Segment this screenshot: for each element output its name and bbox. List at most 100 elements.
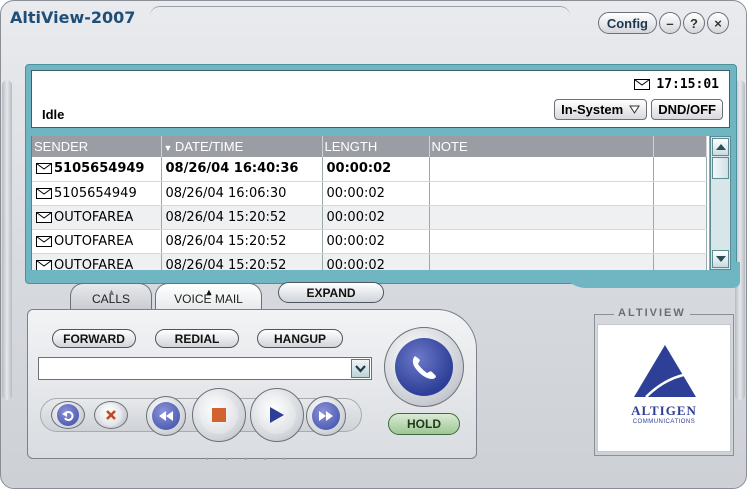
cell-length: 00:00:02: [322, 253, 430, 271]
column-header-note[interactable]: NOTE: [429, 136, 654, 157]
column-header-length[interactable]: LENGTH: [322, 136, 430, 157]
rewind-button[interactable]: [146, 396, 186, 436]
tab-calls[interactable]: ▲ CALLS: [70, 283, 152, 309]
table-row[interactable]: 5105654949 08/26/04 16:06:30 00:00:02: [32, 181, 707, 206]
cell-length: 00:00:02: [322, 229, 430, 254]
cell-datetime-text: 08/26/04 16:06:30: [165, 185, 287, 201]
table-row[interactable]: OUTOFAREA 08/26/04 15:20:52 00:00:02: [32, 253, 707, 271]
hold-button[interactable]: HOLD: [388, 413, 460, 435]
envelope-icon: [36, 163, 52, 175]
table-row[interactable]: 5105654949 08/26/04 16:40:36 00:00:02: [32, 157, 707, 182]
cell-sender-text: OUTOFAREA: [54, 233, 134, 249]
help-button[interactable]: ?: [683, 12, 705, 34]
cell-sender: OUTOFAREA: [32, 205, 162, 230]
call-button[interactable]: [384, 327, 464, 407]
table-row[interactable]: OUTOFAREA 08/26/04 15:20:52 00:00:02: [32, 205, 707, 230]
tab-indicator-icon: ▲: [204, 287, 214, 297]
cell-sender: OUTOFAREA: [32, 253, 162, 271]
stop-button[interactable]: [192, 388, 246, 442]
phone-icon: [412, 356, 436, 379]
presence-label: In-System: [561, 102, 624, 117]
stop-icon: [212, 408, 226, 422]
cell-spare: [653, 205, 707, 230]
fast-forward-button[interactable]: [306, 396, 346, 436]
cell-spare: [653, 229, 707, 254]
play-icon: [270, 407, 284, 423]
altigen-logo-icon: [634, 345, 697, 398]
column-header-sender[interactable]: SENDER: [32, 136, 162, 157]
cell-sender-text: OUTOFAREA: [54, 257, 134, 271]
envelope-icon: [634, 79, 651, 90]
cell-length: 00:00:02: [322, 157, 430, 182]
chevron-down-icon: [715, 256, 726, 262]
presence-dropdown[interactable]: In-System: [554, 99, 648, 120]
cell-note: [429, 253, 654, 270]
clock-time: 17:15:01: [656, 77, 719, 92]
cell-sender-text: 5105654949: [54, 161, 145, 177]
cell-datetime-text: 08/26/04 15:20:52: [165, 233, 287, 249]
envelope-icon: [36, 187, 52, 199]
expand-button[interactable]: EXPAND: [278, 282, 384, 303]
cell-length-text: 00:00:02: [326, 209, 385, 225]
cell-datetime-text: 08/26/04 15:20:52: [165, 209, 287, 225]
table-row[interactable]: OUTOFAREA 08/26/04 15:20:52 00:00:02: [32, 229, 707, 254]
cell-note: [429, 181, 654, 206]
cell-datetime: 08/26/04 15:20:52: [161, 253, 323, 271]
dnd-button[interactable]: DND/OFF: [651, 99, 723, 120]
undo-button[interactable]: [51, 401, 85, 429]
cell-note: [429, 229, 654, 254]
rewind-icon: [159, 411, 173, 421]
tab-voicemail[interactable]: ▲ VOICE MAIL: [155, 283, 262, 309]
cell-spare: [653, 157, 707, 182]
envelope-icon: [36, 259, 52, 270]
hangup-button[interactable]: HANGUP: [257, 329, 343, 348]
scroll-up-button[interactable]: [712, 138, 729, 156]
dial-dropdown-button[interactable]: [351, 359, 370, 378]
minimize-button[interactable]: –: [659, 12, 681, 34]
cell-note: [429, 157, 654, 182]
cell-spare: [653, 253, 707, 270]
presence-controls: In-System DND/OFF: [554, 99, 723, 120]
cell-length-text: 00:00:02: [326, 185, 385, 201]
chevron-down-icon: [355, 364, 366, 373]
logo-panel: [597, 324, 731, 452]
left-rail: [2, 80, 12, 400]
delete-button[interactable]: [94, 401, 128, 429]
brand-name: ALTIGEN: [631, 403, 697, 418]
envelope-icon: [36, 211, 52, 223]
cell-length-text: 00:00:02: [326, 233, 385, 249]
cell-length: 00:00:02: [322, 205, 430, 230]
cell-sender: OUTOFAREA: [32, 229, 162, 254]
cell-datetime-text: 08/26/04 15:20:52: [165, 257, 287, 271]
redial-button[interactable]: REDIAL: [155, 329, 239, 348]
cell-sender: 5105654949: [32, 157, 162, 182]
config-button[interactable]: Config: [597, 12, 657, 34]
play-button[interactable]: [250, 388, 304, 442]
cell-length: 00:00:02: [322, 181, 430, 206]
column-header-datetime[interactable]: ▼ DATE/TIME: [161, 136, 323, 157]
chevron-up-icon: [715, 144, 726, 150]
forward-button[interactable]: FORWARD: [52, 329, 136, 348]
tab-indicator-icon: ▲: [107, 287, 116, 297]
clock: 17:15:01: [634, 77, 719, 92]
app-title: AltiView-2007: [10, 8, 136, 27]
logo-caption: ALTIVIEW: [614, 307, 690, 319]
voicemail-table: SENDER ▼ DATE/TIME LENGTH NOTE 510565494…: [31, 136, 709, 270]
cell-note: [429, 205, 654, 230]
dial-combo[interactable]: [38, 357, 372, 380]
cell-spare: [653, 181, 707, 206]
cell-datetime: 08/26/04 16:40:36: [161, 157, 323, 182]
cell-datetime: 08/26/04 15:20:52: [161, 229, 323, 254]
cell-datetime-text: 08/26/04 16:40:36: [165, 161, 299, 177]
cell-sender-text: OUTOFAREA: [54, 209, 134, 225]
table-scrollbar[interactable]: [710, 136, 731, 270]
cell-sender: 5105654949: [32, 181, 162, 206]
call-button-inner: [395, 338, 453, 396]
cell-sender-text: 5105654949: [54, 185, 137, 201]
cell-length-text: 00:00:02: [326, 257, 385, 271]
scroll-down-button[interactable]: [712, 250, 729, 268]
close-button[interactable]: ×: [707, 12, 729, 34]
undo-icon: [62, 411, 74, 421]
column-header-datetime-label: DATE/TIME: [174, 139, 244, 154]
scroll-thumb[interactable]: [712, 157, 729, 179]
